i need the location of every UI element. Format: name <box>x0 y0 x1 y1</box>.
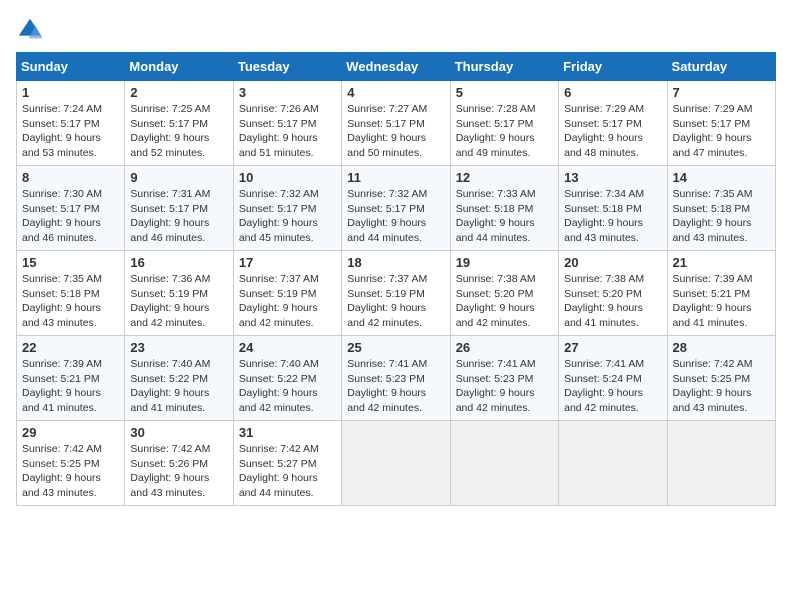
calendar-day: 22Sunrise: 7:39 AMSunset: 5:21 PMDayligh… <box>17 336 125 421</box>
calendar-day: 14Sunrise: 7:35 AMSunset: 5:18 PMDayligh… <box>667 166 775 251</box>
calendar-day: 16Sunrise: 7:36 AMSunset: 5:19 PMDayligh… <box>125 251 233 336</box>
calendar-day: 21Sunrise: 7:39 AMSunset: 5:21 PMDayligh… <box>667 251 775 336</box>
calendar-week-4: 29Sunrise: 7:42 AMSunset: 5:25 PMDayligh… <box>17 421 776 506</box>
calendar-day: 15Sunrise: 7:35 AMSunset: 5:18 PMDayligh… <box>17 251 125 336</box>
calendar-day: 6Sunrise: 7:29 AMSunset: 5:17 PMDaylight… <box>559 81 667 166</box>
calendar-day: 24Sunrise: 7:40 AMSunset: 5:22 PMDayligh… <box>233 336 341 421</box>
weekday-header-tuesday: Tuesday <box>233 53 341 81</box>
calendar-day <box>342 421 450 506</box>
calendar-day: 12Sunrise: 7:33 AMSunset: 5:18 PMDayligh… <box>450 166 558 251</box>
calendar-day: 29Sunrise: 7:42 AMSunset: 5:25 PMDayligh… <box>17 421 125 506</box>
calendar-day: 27Sunrise: 7:41 AMSunset: 5:24 PMDayligh… <box>559 336 667 421</box>
calendar-day: 4Sunrise: 7:27 AMSunset: 5:17 PMDaylight… <box>342 81 450 166</box>
calendar-week-1: 8Sunrise: 7:30 AMSunset: 5:17 PMDaylight… <box>17 166 776 251</box>
calendar-day: 9Sunrise: 7:31 AMSunset: 5:17 PMDaylight… <box>125 166 233 251</box>
calendar-day <box>450 421 558 506</box>
calendar-week-0: 1Sunrise: 7:24 AMSunset: 5:17 PMDaylight… <box>17 81 776 166</box>
calendar-day: 3Sunrise: 7:26 AMSunset: 5:17 PMDaylight… <box>233 81 341 166</box>
weekday-header-friday: Friday <box>559 53 667 81</box>
calendar-day: 20Sunrise: 7:38 AMSunset: 5:20 PMDayligh… <box>559 251 667 336</box>
calendar-day: 5Sunrise: 7:28 AMSunset: 5:17 PMDaylight… <box>450 81 558 166</box>
calendar-day: 23Sunrise: 7:40 AMSunset: 5:22 PMDayligh… <box>125 336 233 421</box>
weekday-header-thursday: Thursday <box>450 53 558 81</box>
calendar-day: 19Sunrise: 7:38 AMSunset: 5:20 PMDayligh… <box>450 251 558 336</box>
calendar-day: 18Sunrise: 7:37 AMSunset: 5:19 PMDayligh… <box>342 251 450 336</box>
weekday-header-saturday: Saturday <box>667 53 775 81</box>
weekday-header-wednesday: Wednesday <box>342 53 450 81</box>
calendar-day: 28Sunrise: 7:42 AMSunset: 5:25 PMDayligh… <box>667 336 775 421</box>
calendar-day: 13Sunrise: 7:34 AMSunset: 5:18 PMDayligh… <box>559 166 667 251</box>
logo <box>16 16 46 44</box>
calendar-day: 25Sunrise: 7:41 AMSunset: 5:23 PMDayligh… <box>342 336 450 421</box>
calendar-day <box>559 421 667 506</box>
weekday-header-monday: Monday <box>125 53 233 81</box>
calendar-day: 26Sunrise: 7:41 AMSunset: 5:23 PMDayligh… <box>450 336 558 421</box>
calendar-week-2: 15Sunrise: 7:35 AMSunset: 5:18 PMDayligh… <box>17 251 776 336</box>
calendar-day: 10Sunrise: 7:32 AMSunset: 5:17 PMDayligh… <box>233 166 341 251</box>
calendar-week-3: 22Sunrise: 7:39 AMSunset: 5:21 PMDayligh… <box>17 336 776 421</box>
weekday-header-sunday: Sunday <box>17 53 125 81</box>
calendar-day: 7Sunrise: 7:29 AMSunset: 5:17 PMDaylight… <box>667 81 775 166</box>
calendar-day: 17Sunrise: 7:37 AMSunset: 5:19 PMDayligh… <box>233 251 341 336</box>
calendar-day <box>667 421 775 506</box>
logo-icon <box>16 16 44 44</box>
calendar-day: 31Sunrise: 7:42 AMSunset: 5:27 PMDayligh… <box>233 421 341 506</box>
page-header <box>16 16 776 44</box>
calendar-day: 30Sunrise: 7:42 AMSunset: 5:26 PMDayligh… <box>125 421 233 506</box>
calendar-day: 1Sunrise: 7:24 AMSunset: 5:17 PMDaylight… <box>17 81 125 166</box>
calendar-day: 2Sunrise: 7:25 AMSunset: 5:17 PMDaylight… <box>125 81 233 166</box>
calendar-day: 11Sunrise: 7:32 AMSunset: 5:17 PMDayligh… <box>342 166 450 251</box>
calendar-day: 8Sunrise: 7:30 AMSunset: 5:17 PMDaylight… <box>17 166 125 251</box>
calendar-table: SundayMondayTuesdayWednesdayThursdayFrid… <box>16 52 776 506</box>
